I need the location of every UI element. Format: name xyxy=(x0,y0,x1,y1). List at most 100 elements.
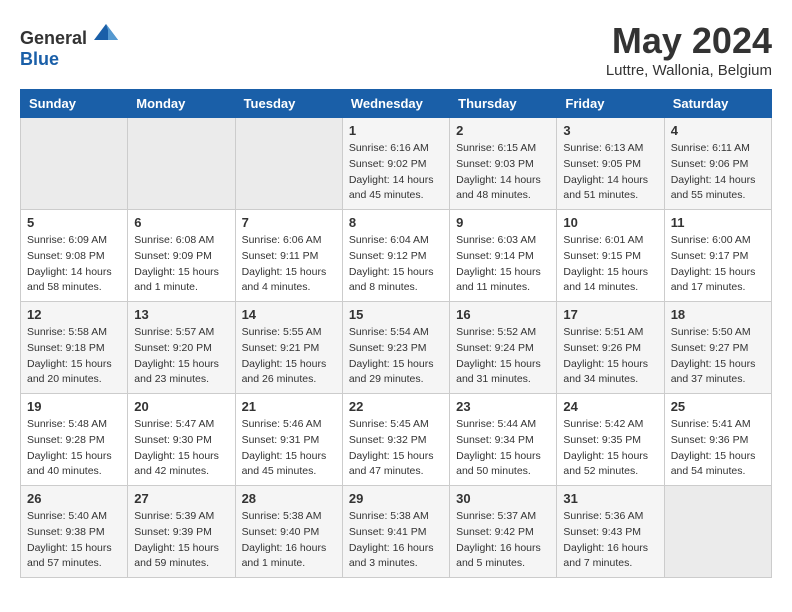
day-cell-1-5: 10 Sunrise: 6:01 AMSunset: 9:15 PMDaylig… xyxy=(557,210,664,302)
day-cell-1-2: 7 Sunrise: 6:06 AMSunset: 9:11 PMDayligh… xyxy=(235,210,342,302)
day-info: Sunrise: 6:04 AMSunset: 9:12 PMDaylight:… xyxy=(349,233,443,296)
day-cell-3-2: 21 Sunrise: 5:46 AMSunset: 9:31 PMDaylig… xyxy=(235,394,342,486)
day-info: Sunrise: 5:42 AMSunset: 9:35 PMDaylight:… xyxy=(563,417,657,480)
header-thursday: Thursday xyxy=(450,90,557,118)
day-info: Sunrise: 6:01 AMSunset: 9:15 PMDaylight:… xyxy=(563,233,657,296)
day-number: 28 xyxy=(242,491,336,506)
day-info: Sunrise: 5:37 AMSunset: 9:42 PMDaylight:… xyxy=(456,509,550,572)
day-cell-2-4: 16 Sunrise: 5:52 AMSunset: 9:24 PMDaylig… xyxy=(450,302,557,394)
day-info: Sunrise: 5:45 AMSunset: 9:32 PMDaylight:… xyxy=(349,417,443,480)
day-cell-0-6: 4 Sunrise: 6:11 AMSunset: 9:06 PMDayligh… xyxy=(664,118,771,210)
day-cell-4-4: 30 Sunrise: 5:37 AMSunset: 9:42 PMDaylig… xyxy=(450,486,557,578)
day-info: Sunrise: 5:38 AMSunset: 9:40 PMDaylight:… xyxy=(242,509,336,572)
day-number: 7 xyxy=(242,215,336,230)
day-cell-1-1: 6 Sunrise: 6:08 AMSunset: 9:09 PMDayligh… xyxy=(128,210,235,302)
logo-text: General Blue xyxy=(20,20,118,70)
week-row-5: 26 Sunrise: 5:40 AMSunset: 9:38 PMDaylig… xyxy=(21,486,772,578)
day-cell-0-5: 3 Sunrise: 6:13 AMSunset: 9:05 PMDayligh… xyxy=(557,118,664,210)
day-info: Sunrise: 5:38 AMSunset: 9:41 PMDaylight:… xyxy=(349,509,443,572)
day-cell-2-0: 12 Sunrise: 5:58 AMSunset: 9:18 PMDaylig… xyxy=(21,302,128,394)
day-number: 27 xyxy=(134,491,228,506)
day-info: Sunrise: 5:57 AMSunset: 9:20 PMDaylight:… xyxy=(134,325,228,388)
day-info: Sunrise: 6:00 AMSunset: 9:17 PMDaylight:… xyxy=(671,233,765,296)
day-number: 18 xyxy=(671,307,765,322)
day-info: Sunrise: 5:52 AMSunset: 9:24 PMDaylight:… xyxy=(456,325,550,388)
day-info: Sunrise: 5:44 AMSunset: 9:34 PMDaylight:… xyxy=(456,417,550,480)
day-number: 23 xyxy=(456,399,550,414)
day-cell-1-0: 5 Sunrise: 6:09 AMSunset: 9:08 PMDayligh… xyxy=(21,210,128,302)
day-number: 13 xyxy=(134,307,228,322)
day-cell-2-2: 14 Sunrise: 5:55 AMSunset: 9:21 PMDaylig… xyxy=(235,302,342,394)
day-info: Sunrise: 5:39 AMSunset: 9:39 PMDaylight:… xyxy=(134,509,228,572)
day-cell-3-0: 19 Sunrise: 5:48 AMSunset: 9:28 PMDaylig… xyxy=(21,394,128,486)
day-info: Sunrise: 6:15 AMSunset: 9:03 PMDaylight:… xyxy=(456,141,550,204)
day-number: 6 xyxy=(134,215,228,230)
day-number: 26 xyxy=(27,491,121,506)
day-cell-3-3: 22 Sunrise: 5:45 AMSunset: 9:32 PMDaylig… xyxy=(342,394,449,486)
day-number: 11 xyxy=(671,215,765,230)
calendar-table: Sunday Monday Tuesday Wednesday Thursday… xyxy=(20,89,772,578)
logo-general: General xyxy=(20,28,87,48)
day-cell-4-2: 28 Sunrise: 5:38 AMSunset: 9:40 PMDaylig… xyxy=(235,486,342,578)
day-cell-3-1: 20 Sunrise: 5:47 AMSunset: 9:30 PMDaylig… xyxy=(128,394,235,486)
day-number: 2 xyxy=(456,123,550,138)
day-number: 9 xyxy=(456,215,550,230)
day-number: 3 xyxy=(563,123,657,138)
day-number: 14 xyxy=(242,307,336,322)
day-number: 4 xyxy=(671,123,765,138)
day-number: 15 xyxy=(349,307,443,322)
day-cell-0-3: 1 Sunrise: 6:16 AMSunset: 9:02 PMDayligh… xyxy=(342,118,449,210)
day-info: Sunrise: 5:58 AMSunset: 9:18 PMDaylight:… xyxy=(27,325,121,388)
day-cell-3-5: 24 Sunrise: 5:42 AMSunset: 9:35 PMDaylig… xyxy=(557,394,664,486)
week-row-3: 12 Sunrise: 5:58 AMSunset: 9:18 PMDaylig… xyxy=(21,302,772,394)
day-info: Sunrise: 5:46 AMSunset: 9:31 PMDaylight:… xyxy=(242,417,336,480)
day-cell-4-6 xyxy=(664,486,771,578)
day-info: Sunrise: 6:09 AMSunset: 9:08 PMDaylight:… xyxy=(27,233,121,296)
day-number: 16 xyxy=(456,307,550,322)
day-number: 30 xyxy=(456,491,550,506)
day-info: Sunrise: 6:06 AMSunset: 9:11 PMDaylight:… xyxy=(242,233,336,296)
day-cell-0-2 xyxy=(235,118,342,210)
title-section: May 2024 Luttre, Wallonia, Belgium xyxy=(606,20,772,79)
day-info: Sunrise: 5:40 AMSunset: 9:38 PMDaylight:… xyxy=(27,509,121,572)
day-info: Sunrise: 5:48 AMSunset: 9:28 PMDaylight:… xyxy=(27,417,121,480)
day-cell-2-5: 17 Sunrise: 5:51 AMSunset: 9:26 PMDaylig… xyxy=(557,302,664,394)
day-info: Sunrise: 5:55 AMSunset: 9:21 PMDaylight:… xyxy=(242,325,336,388)
day-number: 20 xyxy=(134,399,228,414)
day-cell-1-4: 9 Sunrise: 6:03 AMSunset: 9:14 PMDayligh… xyxy=(450,210,557,302)
day-number: 10 xyxy=(563,215,657,230)
day-cell-0-4: 2 Sunrise: 6:15 AMSunset: 9:03 PMDayligh… xyxy=(450,118,557,210)
day-cell-1-3: 8 Sunrise: 6:04 AMSunset: 9:12 PMDayligh… xyxy=(342,210,449,302)
day-cell-2-6: 18 Sunrise: 5:50 AMSunset: 9:27 PMDaylig… xyxy=(664,302,771,394)
page-container: General Blue May 2024 Luttre, Wallonia, … xyxy=(20,20,772,578)
day-number: 19 xyxy=(27,399,121,414)
day-number: 24 xyxy=(563,399,657,414)
header-wednesday: Wednesday xyxy=(342,90,449,118)
day-cell-2-3: 15 Sunrise: 5:54 AMSunset: 9:23 PMDaylig… xyxy=(342,302,449,394)
month-year-title: May 2024 xyxy=(606,20,772,62)
day-cell-0-1 xyxy=(128,118,235,210)
day-number: 29 xyxy=(349,491,443,506)
location-subtitle: Luttre, Wallonia, Belgium xyxy=(606,62,772,79)
header-friday: Friday xyxy=(557,90,664,118)
day-number: 25 xyxy=(671,399,765,414)
day-number: 12 xyxy=(27,307,121,322)
day-cell-4-1: 27 Sunrise: 5:39 AMSunset: 9:39 PMDaylig… xyxy=(128,486,235,578)
day-info: Sunrise: 5:41 AMSunset: 9:36 PMDaylight:… xyxy=(671,417,765,480)
day-cell-3-4: 23 Sunrise: 5:44 AMSunset: 9:34 PMDaylig… xyxy=(450,394,557,486)
day-cell-0-0 xyxy=(21,118,128,210)
day-number: 5 xyxy=(27,215,121,230)
header-monday: Monday xyxy=(128,90,235,118)
day-cell-4-3: 29 Sunrise: 5:38 AMSunset: 9:41 PMDaylig… xyxy=(342,486,449,578)
header: General Blue May 2024 Luttre, Wallonia, … xyxy=(20,20,772,79)
day-number: 22 xyxy=(349,399,443,414)
day-number: 1 xyxy=(349,123,443,138)
week-row-2: 5 Sunrise: 6:09 AMSunset: 9:08 PMDayligh… xyxy=(21,210,772,302)
day-info: Sunrise: 6:03 AMSunset: 9:14 PMDaylight:… xyxy=(456,233,550,296)
day-info: Sunrise: 5:51 AMSunset: 9:26 PMDaylight:… xyxy=(563,325,657,388)
logo-blue: Blue xyxy=(20,49,59,69)
day-cell-2-1: 13 Sunrise: 5:57 AMSunset: 9:20 PMDaylig… xyxy=(128,302,235,394)
header-saturday: Saturday xyxy=(664,90,771,118)
day-number: 17 xyxy=(563,307,657,322)
weekday-header-row: Sunday Monday Tuesday Wednesday Thursday… xyxy=(21,90,772,118)
